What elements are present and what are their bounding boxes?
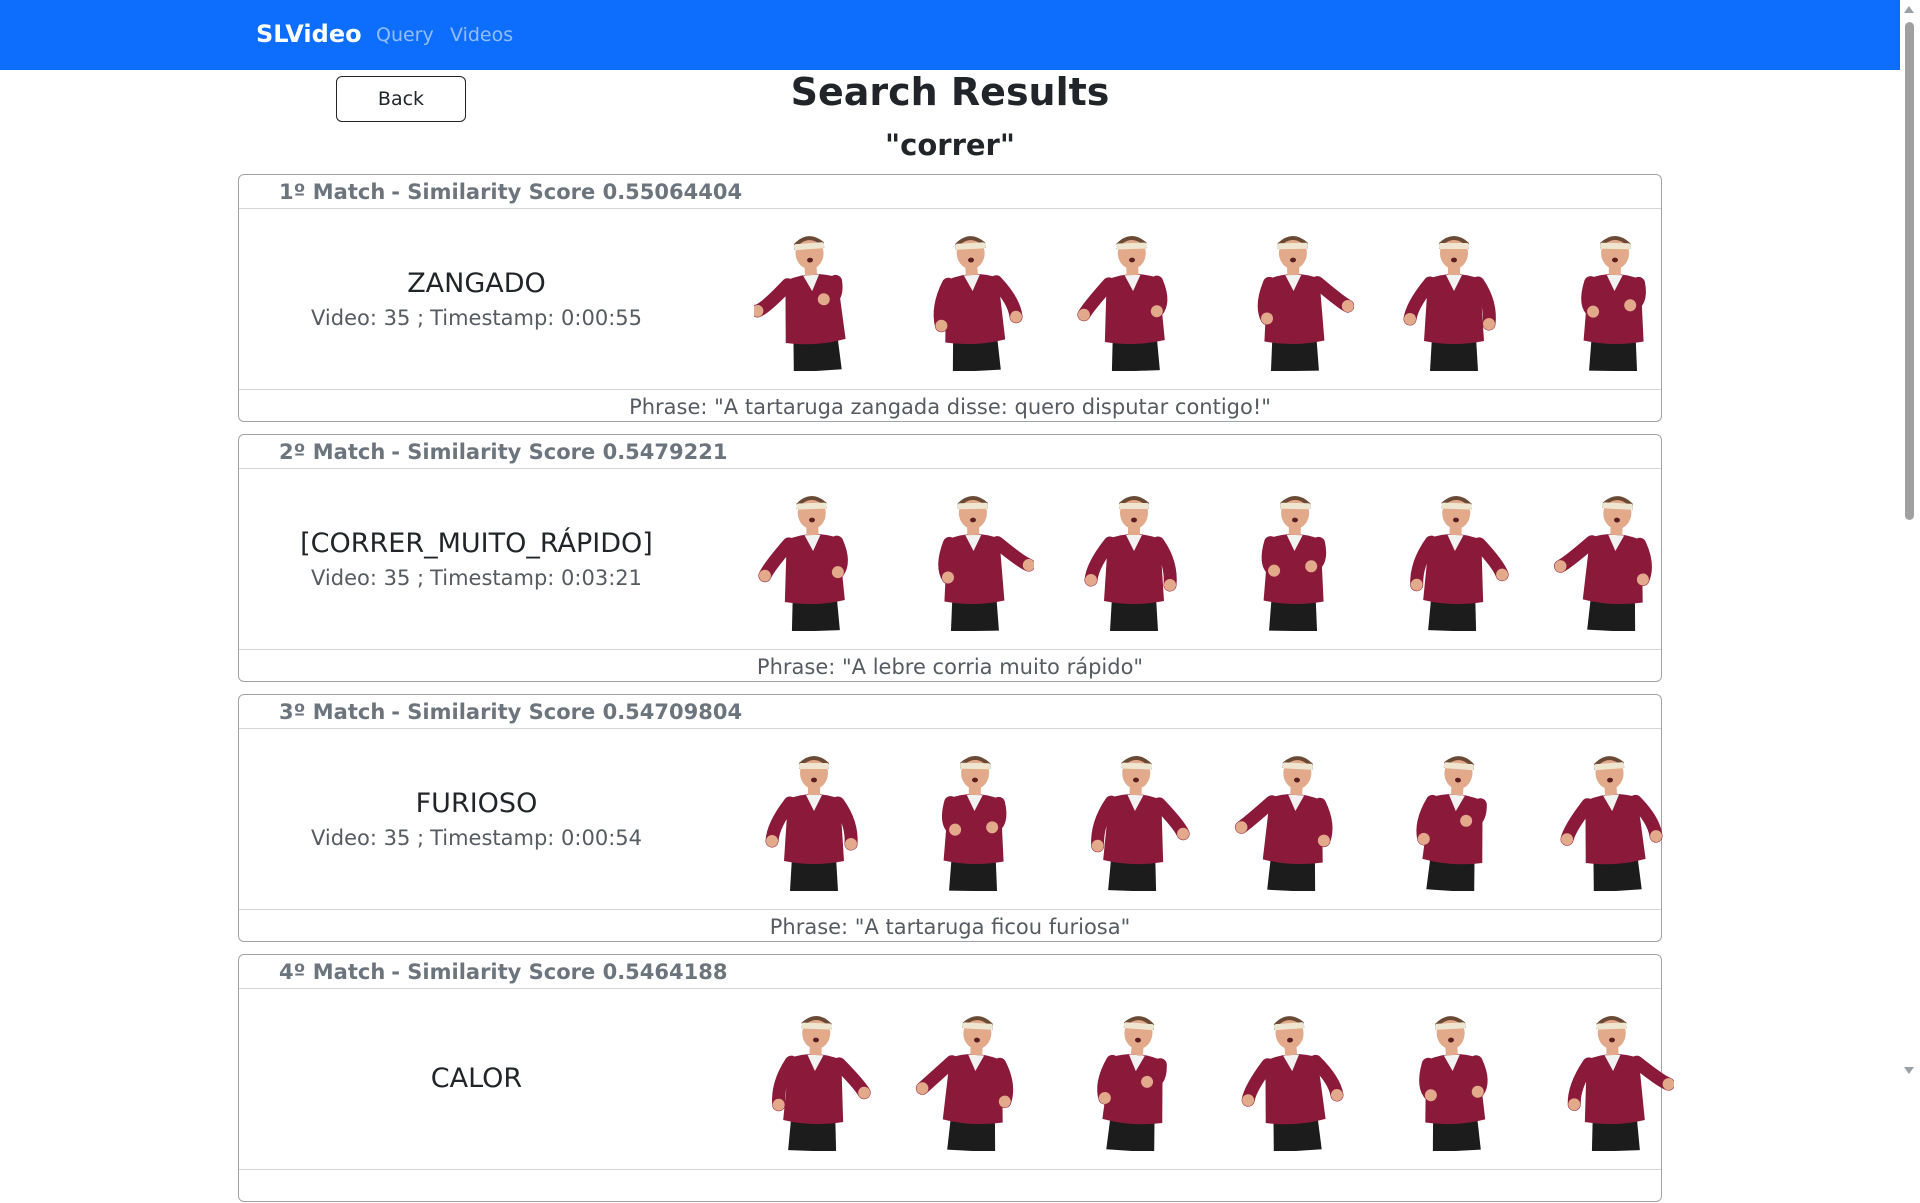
result-card: 3º Match - Similarity Score 0.54709804 F… (238, 694, 1663, 943)
match-rank: 1º Match (279, 179, 386, 204)
signer-frame-thumbnail[interactable] (1554, 747, 1674, 891)
signer-frame-thumbnail[interactable] (1234, 487, 1354, 631)
video-number: Video: 35 ; (311, 826, 425, 850)
signer-frame-thumbnail[interactable] (914, 487, 1034, 631)
signer-frame-thumbnail[interactable] (914, 1007, 1034, 1151)
card-body: ZANGADO Video: 35 ; Timestamp: 0:00:55 (239, 209, 1661, 389)
result-card: 4º Match - Similarity Score 0.5464188 CA… (238, 954, 1674, 1203)
video-number: Video: 35 ; (311, 566, 425, 590)
frame-strip (714, 989, 1674, 1169)
nav-link-videos[interactable]: Videos (450, 24, 513, 46)
card-header: 4º Match - Similarity Score 0.5464188 (239, 955, 1661, 989)
signer-frame-thumbnail[interactable] (754, 1007, 874, 1151)
card-header: 3º Match - Similarity Score 0.54709804 (239, 695, 1661, 729)
scroll-up-arrow-icon[interactable] (1904, 6, 1914, 13)
top-navbar: SLVideo Query Videos (0, 0, 1900, 70)
video-meta: Video: 35 ; Timestamp: 0:00:55 (311, 303, 642, 333)
phrase-footer: Phrase: "A lebre corria muito rápido" (239, 649, 1661, 683)
signer-frame-thumbnail[interactable] (1394, 747, 1514, 891)
brand-link[interactable]: SLVideo (256, 20, 362, 48)
signer-frame-thumbnail[interactable] (1554, 227, 1674, 371)
gloss-label: ZANGADO (407, 268, 546, 299)
similarity-score: - Similarity Score 0.54709804 (391, 699, 743, 724)
gloss-info: CALOR (239, 989, 714, 1169)
signer-frame-thumbnail[interactable] (1234, 747, 1354, 891)
video-number: Video: 35 ; (311, 306, 425, 330)
signer-frame-thumbnail[interactable] (1394, 1007, 1514, 1151)
similarity-score: - Similarity Score 0.55064404 (391, 179, 743, 204)
similarity-score: - Similarity Score 0.5464188 (391, 959, 728, 984)
signer-frame-thumbnail[interactable] (1074, 227, 1194, 371)
result-card: 1º Match - Similarity Score 0.55064404 Z… (238, 174, 1662, 422)
scrollbar-thumb[interactable] (1905, 22, 1914, 520)
phrase-footer: Phrase: "A tartaruga ficou furiosa" (239, 909, 1661, 943)
gloss-label: CALOR (430, 1063, 523, 1094)
card-header: 1º Match - Similarity Score 0.55064404 (239, 175, 1661, 209)
phrase-footer: Phrase: "A tartaruga zangada disse: quer… (239, 389, 1661, 423)
page-scrollbar[interactable] (1900, 0, 1920, 1080)
signer-frame-thumbnail[interactable] (754, 227, 874, 371)
timestamp: Timestamp: 0:00:54 (430, 826, 642, 850)
gloss-label: [CORRER_MUITO_RÁPIDO] (300, 528, 653, 559)
nav-link-query[interactable]: Query (376, 24, 434, 46)
signer-frame-thumbnail[interactable] (754, 747, 874, 891)
gloss-info: [CORRER_MUITO_RÁPIDO] Video: 35 ; Timest… (239, 469, 714, 649)
search-query: "correr" (885, 128, 1015, 162)
frame-strip (714, 469, 1663, 649)
match-rank: 4º Match (279, 959, 386, 984)
signer-frame-thumbnail[interactable] (914, 227, 1034, 371)
signer-frame-thumbnail[interactable] (1074, 1007, 1194, 1151)
card-body: [CORRER_MUITO_RÁPIDO] Video: 35 ; Timest… (239, 469, 1661, 649)
signer-frame-thumbnail[interactable] (1394, 227, 1514, 371)
signer-frame-thumbnail[interactable] (754, 487, 874, 631)
match-rank: 2º Match (279, 439, 386, 464)
frame-strip (714, 209, 1663, 389)
signer-frame-thumbnail[interactable] (1234, 1007, 1354, 1151)
signer-frame-thumbnail[interactable] (1394, 487, 1514, 631)
result-card: 2º Match - Similarity Score 0.5479221 [C… (238, 434, 1662, 682)
card-body: CALOR (239, 989, 1674, 1169)
similarity-score: - Similarity Score 0.5479221 (391, 439, 728, 464)
card-header: 2º Match - Similarity Score 0.5479221 (239, 435, 1661, 469)
signer-frame-thumbnail[interactable] (914, 747, 1034, 891)
page-title: Search Results (790, 70, 1110, 114)
signer-frame-thumbnail[interactable] (1554, 487, 1674, 631)
gloss-info: ZANGADO Video: 35 ; Timestamp: 0:00:55 (239, 209, 714, 389)
signer-frame-thumbnail[interactable] (1074, 487, 1194, 631)
gloss-info: FURIOSO Video: 35 ; Timestamp: 0:00:54 (239, 729, 714, 909)
signer-frame-thumbnail[interactable] (1554, 1007, 1674, 1151)
timestamp: Timestamp: 0:03:21 (430, 566, 642, 590)
signer-frame-thumbnail[interactable] (1074, 747, 1194, 891)
phrase-footer (239, 1169, 1661, 1203)
signer-frame-thumbnail[interactable] (1234, 227, 1354, 371)
scroll-down-arrow-icon[interactable] (1904, 1067, 1914, 1074)
card-body: FURIOSO Video: 35 ; Timestamp: 0:00:54 (239, 729, 1663, 909)
timestamp: Timestamp: 0:00:55 (430, 306, 642, 330)
frame-strip (714, 729, 1663, 909)
video-meta: Video: 35 ; Timestamp: 0:00:54 (311, 823, 642, 853)
gloss-label: FURIOSO (415, 788, 538, 819)
match-rank: 3º Match (279, 699, 386, 724)
video-meta: Video: 35 ; Timestamp: 0:03:21 (311, 563, 642, 593)
